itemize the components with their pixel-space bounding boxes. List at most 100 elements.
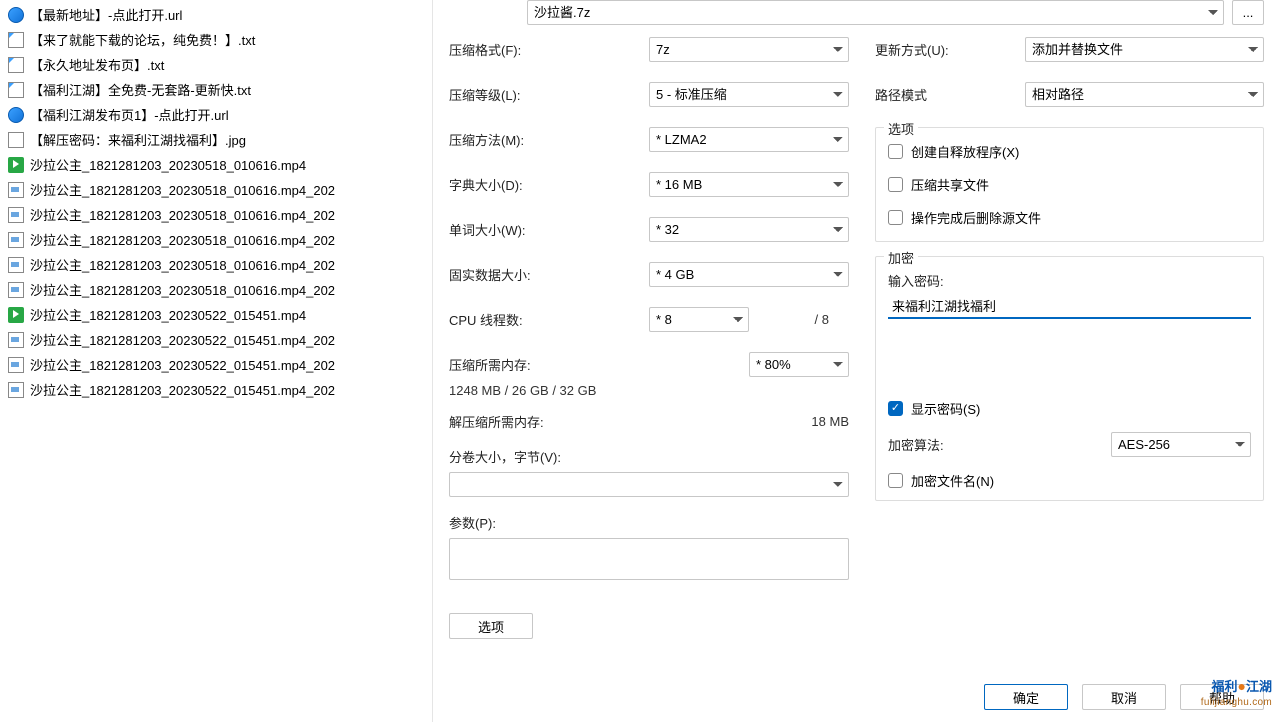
delete-checkbox[interactable]: 操作完成后删除源文件 xyxy=(888,208,1251,227)
file-item[interactable]: 【福利江湖】全免费-无套路-更新快.txt xyxy=(0,77,432,102)
left-column: 压缩格式(F):7z 压缩等级(L):5 - 标准压缩 压缩方法(M):* LZ… xyxy=(449,37,849,639)
file-name: 【福利江湖】全免费-无套路-更新快.txt xyxy=(30,80,251,99)
file-name: 沙拉公主_1821281203_20230518_010616.mp4_202 xyxy=(30,255,335,274)
cpu-total: / 8 xyxy=(749,312,829,327)
file-item[interactable]: 【永久地址发布页】.txt xyxy=(0,52,432,77)
file-name: 【解压密码：来福利江湖找福利】.jpg xyxy=(30,130,246,149)
file-item[interactable]: 沙拉公主_1821281203_20230518_010616.mp4_202 xyxy=(0,202,432,227)
file-item[interactable]: 【解压密码：来福利江湖找福利】.jpg xyxy=(0,127,432,152)
file-item[interactable]: 沙拉公主_1821281203_20230522_015451.mp4_202 xyxy=(0,327,432,352)
file-name: 沙拉公主_1821281203_20230518_010616.mp4_202 xyxy=(30,280,335,299)
file-name: 沙拉公主_1821281203_20230518_010616.mp4_202 xyxy=(30,230,335,249)
path-label: 路径模式 xyxy=(875,85,1025,104)
decompmem-label: 解压缩所需内存: xyxy=(449,412,554,431)
file-name: 沙拉公主_1821281203_20230518_010616.mp4_202 xyxy=(30,180,335,199)
file-item[interactable]: 沙拉公主_1821281203_20230518_010616.mp4_202 xyxy=(0,177,432,202)
file-name: 【最新地址】-点此打开.url xyxy=(30,5,182,24)
solid-combo[interactable]: * 4 GB xyxy=(649,262,849,287)
sfx-checkbox[interactable]: 创建自释放程序(X) xyxy=(888,142,1251,161)
split-label: 分卷大小，字节(V): xyxy=(449,450,571,465)
options-title: 选项 xyxy=(884,119,918,138)
options-button[interactable]: 选项 xyxy=(449,613,533,639)
decompmem-value: 18 MB xyxy=(554,414,849,429)
compress-dialog: 沙拉酱.7z ... 压缩格式(F):7z 压缩等级(L):5 - 标准压缩 压… xyxy=(432,0,1280,722)
word-combo[interactable]: * 32 xyxy=(649,217,849,242)
file-item[interactable]: 沙拉公主_1821281203_20230518_010616.mp4_202 xyxy=(0,252,432,277)
file-item[interactable]: 沙拉公主_1821281203_20230518_010616.mp4 xyxy=(0,152,432,177)
file-name: 沙拉公主_1821281203_20230518_010616.mp4_202 xyxy=(30,205,335,224)
file-name: 沙拉公主_1821281203_20230518_010616.mp4 xyxy=(30,155,306,174)
ok-button[interactable]: 确定 xyxy=(984,684,1068,710)
compmem-label: 压缩所需内存: xyxy=(449,355,541,374)
right-column: 更新方式(U):添加并替换文件 路径模式相对路径 选项 创建自释放程序(X) 压… xyxy=(875,37,1264,639)
part-icon xyxy=(8,382,24,398)
solid-label: 固实数据大小: xyxy=(449,265,649,284)
jpg-icon xyxy=(8,132,24,148)
cancel-button[interactable]: 取消 xyxy=(1082,684,1166,710)
part-icon xyxy=(8,282,24,298)
file-name: 【来了就能下载的论坛，纯免费！】.txt xyxy=(30,30,255,49)
dict-combo[interactable]: * 16 MB xyxy=(649,172,849,197)
cpu-label: CPU 线程数: xyxy=(449,310,649,329)
url-icon xyxy=(8,7,24,23)
url-icon xyxy=(8,107,24,123)
file-item[interactable]: 【最新地址】-点此打开.url xyxy=(0,2,432,27)
archive-name-combo[interactable]: 沙拉酱.7z xyxy=(527,0,1224,25)
sfx-label: 创建自释放程序(X) xyxy=(911,142,1019,161)
split-combo[interactable] xyxy=(449,472,849,497)
share-checkbox[interactable]: 压缩共享文件 xyxy=(888,175,1251,194)
method-label: 压缩方法(M): xyxy=(449,130,649,149)
param-input[interactable] xyxy=(449,538,849,580)
path-combo[interactable]: 相对路径 xyxy=(1025,82,1264,107)
file-item[interactable]: 沙拉公主_1821281203_20230518_010616.mp4_202 xyxy=(0,277,432,302)
level-combo[interactable]: 5 - 标准压缩 xyxy=(649,82,849,107)
update-combo[interactable]: 添加并替换文件 xyxy=(1025,37,1264,62)
compmem-value: 1248 MB / 26 GB / 32 GB xyxy=(449,383,849,398)
alg-label: 加密算法: xyxy=(888,435,954,454)
file-name: 沙拉公主_1821281203_20230522_015451.mp4 xyxy=(30,305,306,324)
file-name: 【福利江湖发布页1】-点此打开.url xyxy=(30,105,229,124)
encrypt-title: 加密 xyxy=(884,248,918,267)
file-item[interactable]: 沙拉公主_1821281203_20230518_010616.mp4_202 xyxy=(0,227,432,252)
level-label: 压缩等级(L): xyxy=(449,85,649,104)
showpwd-label: 显示密码(S) xyxy=(911,399,980,418)
part-icon xyxy=(8,257,24,273)
format-label: 压缩格式(F): xyxy=(449,40,649,59)
file-name: 沙拉公主_1821281203_20230522_015451.mp4_202 xyxy=(30,330,335,349)
alg-combo[interactable]: AES-256 xyxy=(1111,432,1251,457)
part-icon xyxy=(8,332,24,348)
txt-icon xyxy=(8,82,24,98)
file-item[interactable]: 【福利江湖发布页1】-点此打开.url xyxy=(0,102,432,127)
delete-label: 操作完成后删除源文件 xyxy=(911,208,1041,227)
mp4-icon xyxy=(8,307,24,323)
file-item[interactable]: 沙拉公主_1821281203_20230522_015451.mp4_202 xyxy=(0,377,432,402)
mp4-icon xyxy=(8,157,24,173)
cpu-combo[interactable]: * 8 xyxy=(649,307,749,332)
format-combo[interactable]: 7z xyxy=(649,37,849,62)
password-input[interactable] xyxy=(888,294,1251,319)
update-label: 更新方式(U): xyxy=(875,40,1025,59)
file-item[interactable]: 【来了就能下载的论坛，纯免费！】.txt xyxy=(0,27,432,52)
param-label: 参数(P): xyxy=(449,516,506,531)
help-button[interactable]: 帮助 xyxy=(1180,684,1264,710)
file-name: 沙拉公主_1821281203_20230522_015451.mp4_202 xyxy=(30,355,335,374)
file-item[interactable]: 沙拉公主_1821281203_20230522_015451.mp4 xyxy=(0,302,432,327)
txt-icon xyxy=(8,32,24,48)
showpwd-checkbox[interactable]: 显示密码(S) xyxy=(888,399,1251,418)
password-label: 输入密码: xyxy=(888,274,954,289)
file-name: 【永久地址发布页】.txt xyxy=(30,55,164,74)
word-label: 单词大小(W): xyxy=(449,220,649,239)
txt-icon xyxy=(8,57,24,73)
file-list-pane: 【最新地址】-点此打开.url 【来了就能下载的论坛，纯免费！】.txt 【永久地址… xyxy=(0,0,432,722)
browse-button[interactable]: ... xyxy=(1232,0,1264,25)
method-combo[interactable]: * LZMA2 xyxy=(649,127,849,152)
share-label: 压缩共享文件 xyxy=(911,175,989,194)
dialog-buttons: 确定 取消 帮助 xyxy=(449,672,1264,710)
encnames-checkbox[interactable]: 加密文件名(N) xyxy=(888,471,1251,490)
file-item[interactable]: 沙拉公主_1821281203_20230522_015451.mp4_202 xyxy=(0,352,432,377)
encrypt-group: 加密 输入密码: 显示密码(S) 加密算法:AES-256 加密文件名(N) xyxy=(875,256,1264,501)
options-group: 选项 创建自释放程序(X) 压缩共享文件 操作完成后删除源文件 xyxy=(875,127,1264,242)
encnames-label: 加密文件名(N) xyxy=(911,471,994,490)
file-name: 沙拉公主_1821281203_20230522_015451.mp4_202 xyxy=(30,380,335,399)
compmem-pct-combo[interactable]: * 80% xyxy=(749,352,849,377)
